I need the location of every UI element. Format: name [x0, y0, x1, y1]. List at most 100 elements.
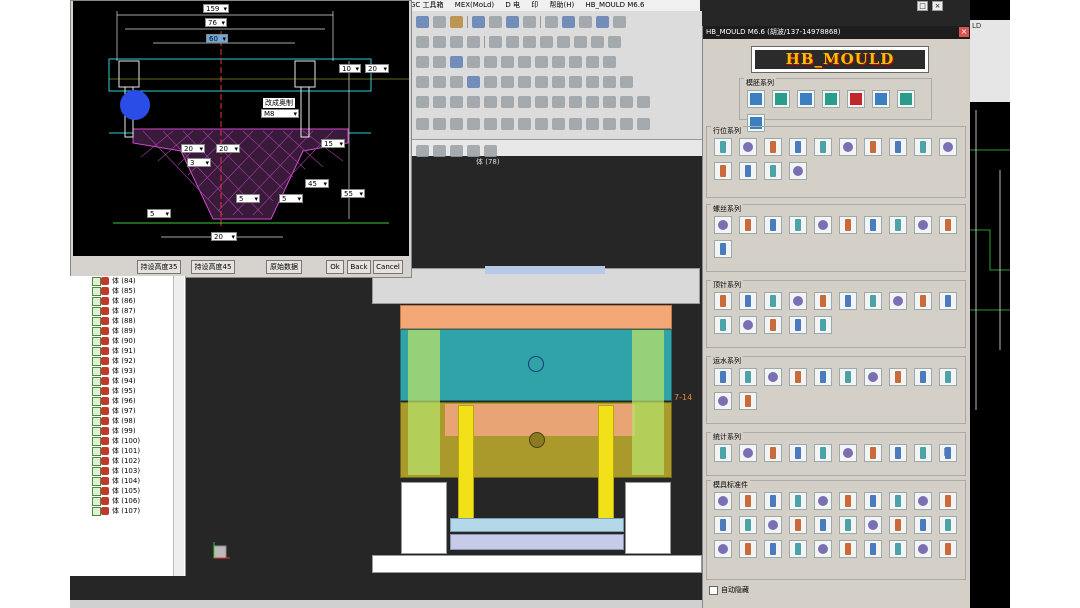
- tool-icon[interactable]: [467, 95, 480, 108]
- tool-icon[interactable]: [788, 162, 807, 180]
- part-list-item[interactable]: 体 (96): [70, 396, 185, 406]
- tool-icon[interactable]: [913, 492, 932, 510]
- snap-icon[interactable]: [484, 144, 497, 157]
- tool-icon[interactable]: [863, 492, 882, 510]
- tool-icon[interactable]: [913, 444, 932, 462]
- tool-icon[interactable]: [888, 216, 907, 234]
- tool-icon[interactable]: [763, 516, 782, 534]
- visibility-checkbox[interactable]: [92, 507, 101, 516]
- tool-icon[interactable]: [467, 117, 480, 130]
- tool-icon[interactable]: [813, 540, 832, 558]
- menu-d[interactable]: D 电: [505, 1, 520, 9]
- part-list-item[interactable]: 体 (85): [70, 286, 185, 296]
- tool-icon[interactable]: [467, 55, 480, 68]
- tool-icon[interactable]: [813, 444, 832, 462]
- tool-icon[interactable]: [913, 540, 932, 558]
- tool-icon[interactable]: [523, 35, 536, 48]
- snap-icon[interactable]: [467, 144, 480, 157]
- dim-10[interactable]: 10: [339, 64, 361, 74]
- visibility-checkbox[interactable]: [92, 337, 101, 346]
- menu-print[interactable]: 印: [531, 1, 538, 9]
- tool-icon[interactable]: [863, 540, 882, 558]
- tool-icon[interactable]: [574, 35, 587, 48]
- tool-icon[interactable]: [501, 117, 514, 130]
- visibility-checkbox[interactable]: [92, 427, 101, 436]
- tool-icon[interactable]: [586, 75, 599, 88]
- tool-icon[interactable]: [637, 95, 650, 108]
- tool-icon[interactable]: [838, 138, 857, 156]
- menu-hbmould[interactable]: HB_MOULD M6.6: [585, 1, 644, 9]
- dim-5-c[interactable]: 5: [147, 209, 171, 219]
- part-list-item[interactable]: 体 (106): [70, 496, 185, 506]
- tool-icon[interactable]: [608, 35, 621, 48]
- dim-5-a[interactable]: 5: [236, 194, 260, 204]
- change-label[interactable]: 改成奥制: [263, 98, 295, 108]
- tool-icon[interactable]: [788, 216, 807, 234]
- preset-45-button[interactable]: 持设高度45: [191, 260, 235, 274]
- tool-icon[interactable]: [713, 292, 732, 310]
- menu-help[interactable]: 帮助(H): [550, 1, 575, 9]
- part-list-item[interactable]: 体 (103): [70, 466, 185, 476]
- tool-icon[interactable]: [713, 162, 732, 180]
- tool-icon[interactable]: [713, 444, 732, 462]
- part-list-item[interactable]: 体 (94): [70, 376, 185, 386]
- tool-icon[interactable]: [838, 216, 857, 234]
- part-list-item[interactable]: 体 (86): [70, 296, 185, 306]
- tool-icon[interactable]: [913, 368, 932, 386]
- part-list-item[interactable]: 体 (105): [70, 486, 185, 496]
- tool-icon[interactable]: [518, 117, 531, 130]
- visibility-checkbox[interactable]: [92, 287, 101, 296]
- dim-3[interactable]: 3: [187, 158, 211, 168]
- tool-icon[interactable]: [813, 492, 832, 510]
- tool-icon[interactable]: [813, 516, 832, 534]
- tool-icon[interactable]: [569, 95, 582, 108]
- tool-icon[interactable]: [738, 162, 757, 180]
- tool-icon[interactable]: [771, 90, 790, 108]
- tool-icon[interactable]: [863, 292, 882, 310]
- window-close-button[interactable]: ×: [932, 1, 943, 11]
- tool-icon[interactable]: [450, 35, 463, 48]
- tool-icon[interactable]: [813, 216, 832, 234]
- tool-icon[interactable]: [484, 75, 497, 88]
- tool-icon[interactable]: [738, 392, 757, 410]
- tool-icon[interactable]: [838, 540, 857, 558]
- tool-icon[interactable]: [501, 75, 514, 88]
- visibility-checkbox[interactable]: [92, 387, 101, 396]
- tool-icon[interactable]: [938, 540, 957, 558]
- tool-icon[interactable]: [763, 368, 782, 386]
- tool-icon[interactable]: [535, 95, 548, 108]
- part-list-item[interactable]: 体 (91): [70, 346, 185, 356]
- tool-icon[interactable]: [888, 292, 907, 310]
- tool-icon[interactable]: [535, 75, 548, 88]
- tool-icon[interactable]: [713, 540, 732, 558]
- visibility-checkbox[interactable]: [92, 347, 101, 356]
- tool-icon[interactable]: [738, 540, 757, 558]
- dim-45[interactable]: 45: [305, 179, 329, 189]
- dim-15[interactable]: 15: [321, 139, 345, 149]
- tool-icon[interactable]: [821, 90, 840, 108]
- tool-icon[interactable]: [938, 138, 957, 156]
- tool-icon[interactable]: [552, 117, 565, 130]
- visibility-checkbox[interactable]: [92, 407, 101, 416]
- tool-icon[interactable]: [713, 240, 732, 258]
- tool-icon[interactable]: [433, 35, 446, 48]
- tool-icon[interactable]: [738, 316, 757, 334]
- tool-icon[interactable]: [913, 292, 932, 310]
- tool-icon[interactable]: [433, 117, 446, 130]
- tool-icon[interactable]: [557, 35, 570, 48]
- tool-icon[interactable]: [620, 117, 633, 130]
- tool-icon[interactable]: [569, 117, 582, 130]
- tool-icon[interactable]: [450, 95, 463, 108]
- tool-icon[interactable]: [523, 15, 536, 28]
- tool-icon[interactable]: [888, 138, 907, 156]
- tool-icon[interactable]: [788, 492, 807, 510]
- tool-icon[interactable]: [450, 15, 463, 28]
- tool-icon[interactable]: [763, 316, 782, 334]
- visibility-checkbox[interactable]: [92, 417, 101, 426]
- tool-icon[interactable]: [813, 368, 832, 386]
- tool-icon[interactable]: [788, 444, 807, 462]
- part-list-item[interactable]: 体 (99): [70, 426, 185, 436]
- tool-icon[interactable]: [620, 95, 633, 108]
- visibility-checkbox[interactable]: [92, 437, 101, 446]
- tool-icon[interactable]: [569, 55, 582, 68]
